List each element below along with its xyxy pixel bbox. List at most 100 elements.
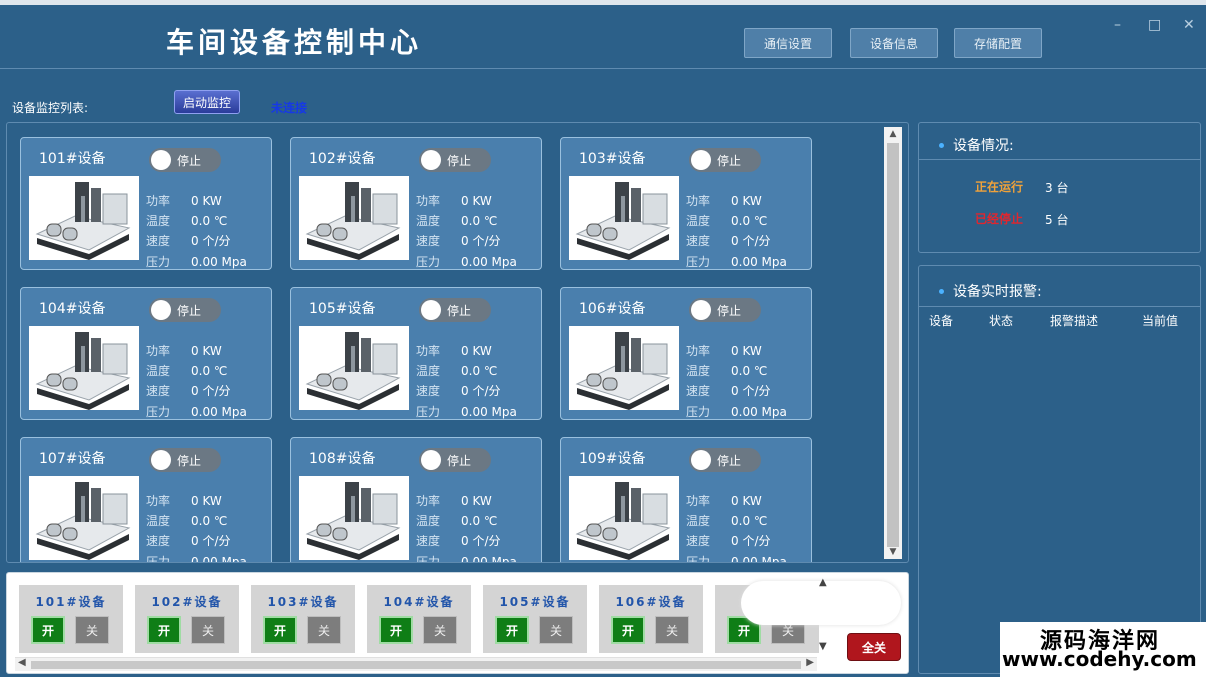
device-card: 106#设备 停止 功率 0 KW 温度 0.0 ℃ 速度 0 个/分 压力 0.00 Mpa: [560, 287, 812, 420]
device-name: 106#设备: [579, 301, 646, 317]
device-name: 109#设备: [579, 451, 646, 467]
param-pressure: 压力 0.00 Mpa: [146, 253, 247, 269]
panel-scroll-up-icon[interactable]: ▲: [819, 577, 827, 588]
param-label: 压力: [146, 555, 171, 563]
device-run-toggle[interactable]: 停止: [149, 148, 221, 172]
param-label: 功率: [416, 194, 441, 208]
param-label: 速度: [416, 234, 441, 248]
param-label: 压力: [416, 555, 441, 563]
alarm-panel-title: 设备实时报警:: [953, 284, 1042, 300]
device-grid-scrollbar[interactable]: ▲ ▼: [884, 127, 902, 559]
machine-image: [569, 476, 679, 560]
running-label: 正在运行: [975, 180, 1024, 194]
storage-config-button[interactable]: 存储配置: [954, 28, 1042, 58]
device-on-button[interactable]: 开: [611, 616, 645, 644]
alarm-col-desc[interactable]: 报警描述: [1050, 312, 1098, 329]
alarm-col-value[interactable]: 当前值: [1142, 312, 1178, 329]
param-label: 速度: [416, 384, 441, 398]
device-run-toggle[interactable]: 停止: [689, 298, 761, 322]
param-label: 功率: [146, 194, 171, 208]
device-off-button[interactable]: 关: [423, 616, 457, 644]
device-name: 102#设备: [309, 151, 376, 167]
device-on-button[interactable]: 开: [31, 616, 65, 644]
param-label: 压力: [416, 255, 441, 269]
scroll-up-icon[interactable]: ▲: [884, 129, 902, 139]
toggle-state-label: 停止: [717, 304, 742, 318]
param-label: 温度: [416, 214, 441, 228]
param-label: 压力: [416, 405, 441, 419]
panel-scroll-down-icon[interactable]: ▼: [819, 641, 827, 652]
minimize-icon[interactable]: –: [1114, 17, 1121, 33]
device-run-toggle[interactable]: 停止: [689, 148, 761, 172]
device-on-button[interactable]: 开: [379, 616, 413, 644]
hscroll-thumb[interactable]: [31, 661, 801, 669]
scroll-left-icon[interactable]: ◀: [18, 657, 26, 668]
param-value: 0.0 ℃: [731, 364, 768, 378]
alarm-col-device[interactable]: 设备: [929, 312, 953, 329]
device-run-toggle[interactable]: 停止: [419, 148, 491, 172]
alarm-col-status[interactable]: 状态: [989, 312, 1013, 329]
running-count: 3 台: [1045, 181, 1069, 195]
start-monitor-button[interactable]: 启动监控: [174, 90, 240, 114]
param-label: 功率: [686, 494, 711, 508]
param-pressure: 压力 0.00 Mpa: [146, 403, 247, 419]
param-value: 0 个/分: [731, 384, 771, 398]
param-speed: 速度 0 个/分: [686, 232, 771, 249]
toggle-knob: [151, 450, 171, 470]
device-name: 103#设备: [579, 151, 646, 167]
param-value: 0.0 ℃: [191, 214, 228, 228]
all-off-button[interactable]: 全关: [847, 633, 901, 661]
device-on-button[interactable]: 开: [147, 616, 181, 644]
device-info-button[interactable]: 设备信息: [850, 28, 938, 58]
machine-image: [569, 176, 679, 260]
param-power: 功率 0 KW: [416, 192, 492, 209]
device-control-card: 101#设备开关: [19, 585, 123, 653]
param-value: 0.00 Mpa: [191, 255, 247, 269]
param-value: 0 KW: [731, 494, 762, 508]
param-value: 0 KW: [731, 344, 762, 358]
device-off-button[interactable]: 关: [655, 616, 689, 644]
param-value: 0.0 ℃: [461, 364, 498, 378]
param-label: 温度: [146, 514, 171, 528]
control-panel-hscrollbar[interactable]: ◀ ▶: [15, 657, 817, 671]
device-run-toggle[interactable]: 停止: [689, 448, 761, 472]
param-value: 0 KW: [191, 494, 222, 508]
device-card: 107#设备 停止 功率 0 KW 温度 0.0 ℃ 速度 0 个/分 压力 0.00 Mpa: [20, 437, 272, 563]
scroll-down-icon[interactable]: ▼: [884, 547, 902, 557]
device-off-button[interactable]: 关: [75, 616, 109, 644]
app-header: 车间设备控制中心 通信设置 设备信息 存储配置 – □ ✕: [0, 5, 1206, 69]
param-label: 功率: [416, 494, 441, 508]
device-on-button[interactable]: 开: [263, 616, 297, 644]
scroll-thumb[interactable]: [887, 143, 899, 547]
device-run-toggle[interactable]: 停止: [419, 448, 491, 472]
machine-image: [569, 326, 679, 410]
param-power: 功率 0 KW: [416, 342, 492, 359]
param-value: 0 个/分: [731, 234, 771, 248]
device-control-panel: 1开关106#设备开关105#设备开关104#设备开关103#设备开关102#设…: [6, 572, 909, 674]
param-label: 速度: [146, 384, 171, 398]
param-power: 功率 0 KW: [416, 492, 492, 509]
param-value: 0 个/分: [461, 534, 501, 548]
close-icon[interactable]: ✕: [1183, 17, 1195, 33]
param-temp: 温度 0.0 ℃: [686, 212, 767, 229]
scroll-right-icon[interactable]: ▶: [806, 657, 814, 668]
maximize-icon[interactable]: □: [1148, 17, 1161, 33]
device-off-button[interactable]: 关: [539, 616, 573, 644]
comm-settings-button[interactable]: 通信设置: [744, 28, 832, 58]
device-run-toggle[interactable]: 停止: [149, 298, 221, 322]
toggle-knob: [151, 150, 171, 170]
device-name: 108#设备: [309, 451, 376, 467]
param-label: 速度: [686, 234, 711, 248]
device-off-button[interactable]: 关: [307, 616, 341, 644]
device-name: 107#设备: [39, 451, 106, 467]
device-on-button[interactable]: 开: [495, 616, 529, 644]
device-off-button[interactable]: 关: [191, 616, 225, 644]
param-power: 功率 0 KW: [146, 492, 222, 509]
param-label: 温度: [416, 514, 441, 528]
param-value: 0.00 Mpa: [731, 405, 787, 419]
divider: [919, 159, 1200, 160]
param-speed: 速度 0 个/分: [146, 532, 231, 549]
device-run-toggle[interactable]: 停止: [419, 298, 491, 322]
device-run-toggle[interactable]: 停止: [149, 448, 221, 472]
param-label: 速度: [416, 534, 441, 548]
